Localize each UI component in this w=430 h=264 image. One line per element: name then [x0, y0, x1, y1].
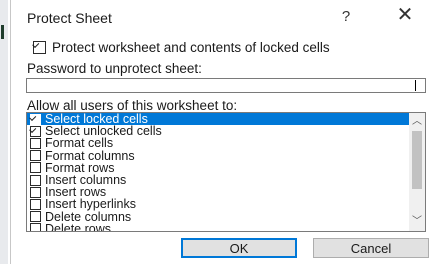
permission-checkbox[interactable] [30, 150, 41, 162]
chevron-down-icon[interactable]: ﹀ [409, 215, 425, 229]
dialog-title: Protect Sheet [27, 10, 112, 26]
background-window-mark [1, 25, 4, 39]
ok-button[interactable]: OK [181, 238, 297, 258]
permissions-list[interactable]: Select locked cells Select unlocked cells… [26, 112, 426, 232]
permissions-scrollbar[interactable]: ︿ ﹀ [409, 113, 425, 231]
permission-checkbox[interactable] [30, 162, 41, 174]
background-window-edge [0, 0, 8, 264]
permission-checkbox[interactable] [30, 125, 41, 137]
permissions-label: Allow all users of this worksheet to: [27, 98, 238, 113]
permission-checkbox[interactable] [30, 113, 41, 125]
password-label: Password to unprotect sheet: [27, 61, 202, 76]
permission-item[interactable]: Delete rows [27, 221, 411, 232]
chevron-up-icon[interactable]: ︿ [409, 115, 425, 129]
password-input[interactable] [26, 78, 426, 93]
permission-checkbox[interactable] [30, 186, 41, 198]
permission-checkbox[interactable] [30, 174, 41, 186]
permission-label: Delete rows [45, 221, 111, 232]
help-icon[interactable]: ? [339, 8, 353, 25]
text-cursor [415, 80, 416, 91]
protect-worksheet-option[interactable]: Protect worksheet and contents of locked… [33, 40, 330, 55]
close-icon[interactable]: ✕ [395, 4, 415, 26]
permission-checkbox[interactable] [30, 198, 41, 210]
protect-worksheet-checkbox[interactable] [33, 41, 46, 54]
permission-checkbox[interactable] [30, 137, 41, 149]
permission-checkbox[interactable] [30, 223, 41, 231]
cancel-button[interactable]: Cancel [313, 238, 429, 258]
protect-worksheet-label: Protect worksheet and contents of locked… [52, 40, 330, 55]
scrollbar-thumb[interactable] [412, 131, 422, 189]
protect-sheet-dialog: Protect Sheet ? ✕ Protect worksheet and … [10, 0, 430, 264]
permission-checkbox[interactable] [30, 211, 41, 223]
permissions-items: Select locked cells Select unlocked cells… [27, 113, 411, 232]
